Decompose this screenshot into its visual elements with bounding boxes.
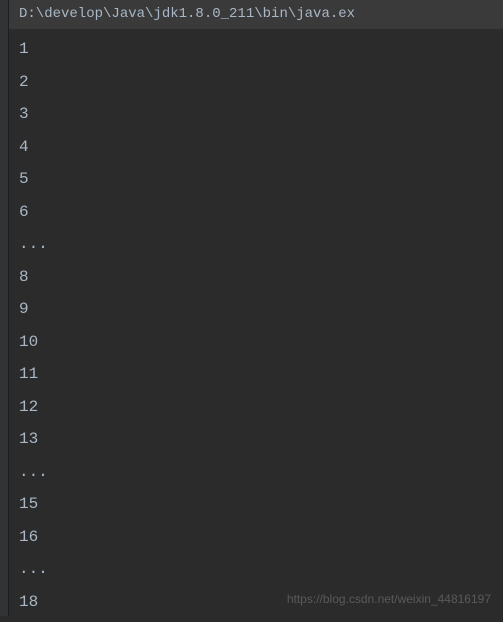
output-line: 13 [19, 423, 493, 456]
output-line: 9 [19, 293, 493, 326]
output-area[interactable]: 1 2 3 4 5 6 ... 8 9 10 11 12 13 ... 15 1… [9, 29, 503, 622]
output-line: 15 [19, 488, 493, 521]
console-area: D:\develop\Java\jdk1.8.0_211\bin\java.ex… [9, 0, 503, 616]
output-line: 5 [19, 163, 493, 196]
output-line: 1 [19, 33, 493, 66]
output-line: ... [19, 456, 493, 489]
output-line: ... [19, 553, 493, 586]
output-line: 16 [19, 521, 493, 554]
output-line: 12 [19, 391, 493, 424]
left-gutter [0, 0, 9, 616]
command-line: D:\develop\Java\jdk1.8.0_211\bin\java.ex [9, 0, 503, 29]
output-line: 6 [19, 196, 493, 229]
output-line: 2 [19, 66, 493, 99]
watermark: https://blog.csdn.net/weixin_44816197 [287, 592, 491, 606]
output-line: 4 [19, 131, 493, 164]
output-line: ... [19, 228, 493, 261]
output-line: 11 [19, 358, 493, 391]
output-line: 10 [19, 326, 493, 359]
output-line: 8 [19, 261, 493, 294]
output-line: 3 [19, 98, 493, 131]
